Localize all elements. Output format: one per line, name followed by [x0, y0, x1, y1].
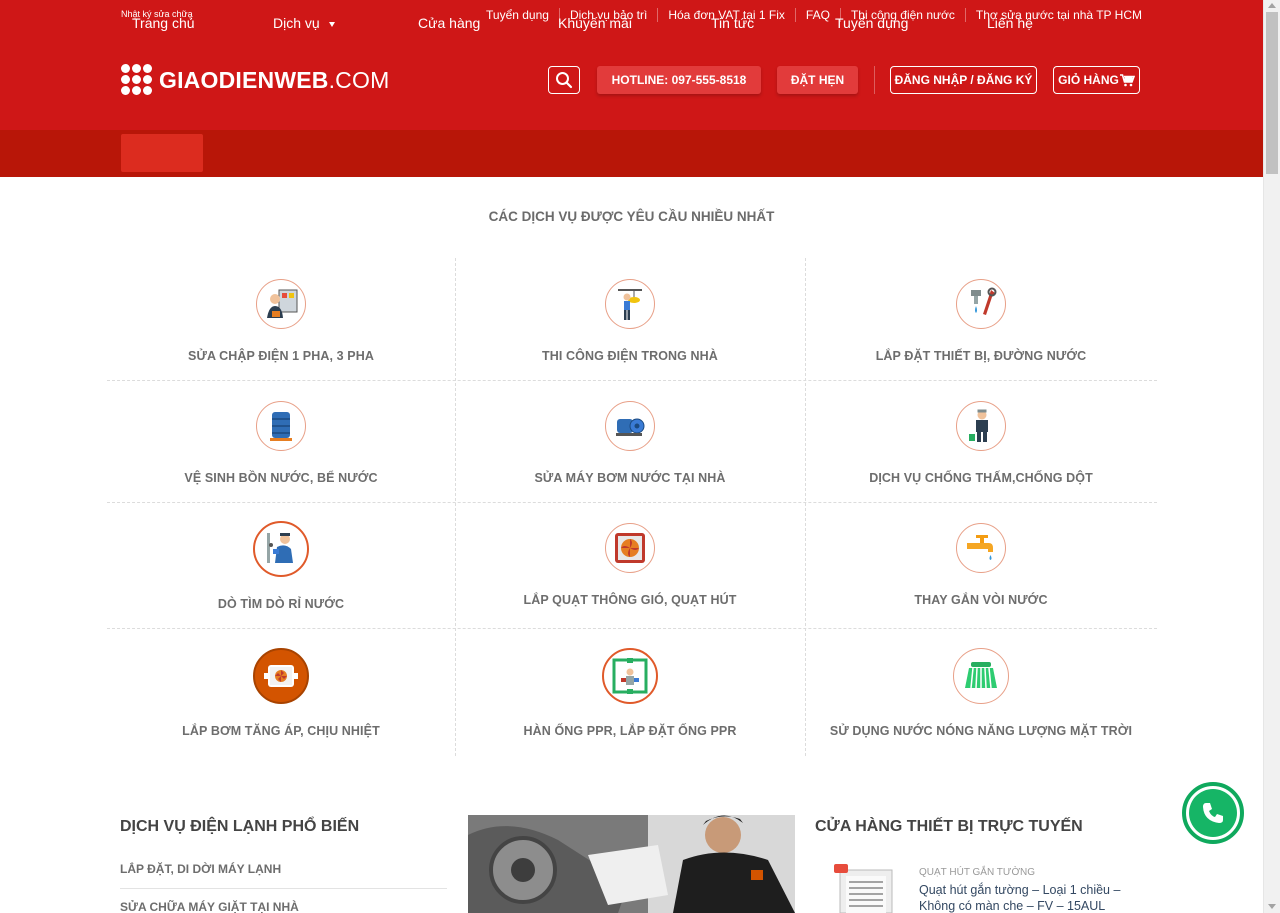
cart-button[interactable]: GIỎ HÀNG	[1053, 66, 1140, 94]
service-item[interactable]: THI CÔNG ĐIỆN TRONG NHÀ	[455, 279, 805, 363]
cold-service-link[interactable]: SỬA CHỮA MÁY GIẶT TẠI NHÀ	[120, 900, 299, 913]
technician-photo	[468, 815, 795, 913]
pressure-pump-icon	[253, 648, 309, 704]
book-appointment-button[interactable]: ĐẶT HẸN	[777, 66, 858, 94]
service-label: LẮP QUẠT THÔNG GIÓ, QUẠT HÚT	[523, 593, 737, 607]
product-category: QUẠT HÚT GẮN TƯỜNG	[919, 867, 1036, 878]
list-divider	[120, 888, 447, 889]
scroll-up-arrow-icon[interactable]	[1268, 3, 1276, 8]
phone-icon	[1203, 803, 1223, 823]
service-item[interactable]: HÀN ỐNG PPR, LẮP ĐẶT ỐNG PPR	[455, 648, 805, 738]
nav-item-khuyen-mai[interactable]: Khuyến mãi	[558, 0, 632, 47]
product-name-link[interactable]: Quạt hút gắn tường – Loại 1 chiều – Khôn…	[919, 882, 1139, 913]
nav-item-cua-hang[interactable]: Cửa hàng	[418, 0, 480, 47]
scrollbar-thumb[interactable]	[1266, 12, 1278, 174]
electrician-panel-icon	[256, 279, 306, 329]
service-item[interactable]: SỬA CHẬP ĐIỆN 1 PHA, 3 PHA	[107, 279, 455, 363]
service-item[interactable]: DÒ TÌM DÒ RỈ NƯỚC	[107, 521, 455, 611]
login-register-button[interactable]: ĐĂNG NHẬP / ĐĂNG KÝ	[890, 66, 1037, 94]
ppr-pipe-icon	[602, 648, 658, 704]
service-item[interactable]: THAY GẮN VÒI NƯỚC	[805, 523, 1157, 607]
cold-service-link[interactable]: LẮP ĐẶT, DI DỜI MÁY LẠNH	[120, 862, 281, 876]
nav-active-highlight	[121, 134, 203, 172]
header-divider	[874, 66, 875, 94]
tap-icon	[956, 523, 1006, 573]
grid-divider	[107, 628, 1157, 629]
logo-text: GIAODIENWEB.COM	[159, 66, 390, 93]
scrollbar[interactable]	[1263, 0, 1280, 913]
grid-divider	[107, 380, 1157, 381]
cold-services-title: DỊCH VỤ ĐIỆN LẠNH PHỔ BIẾN	[120, 818, 360, 835]
solar-heater-icon	[953, 648, 1009, 704]
product-image[interactable]	[830, 862, 900, 913]
shop-title: CỬA HÀNG THIẾT BỊ TRỰC TUYẾN	[815, 818, 1083, 835]
leak-detection-icon	[253, 521, 309, 577]
service-item[interactable]: DỊCH VỤ CHỐNG THẤM,CHỐNG DỘT	[805, 401, 1157, 485]
top-link-faq[interactable]: FAQ	[794, 8, 840, 22]
nav-item-trang-chu[interactable]: Trang chủ	[132, 0, 195, 47]
search-icon	[556, 72, 573, 89]
service-item[interactable]: VỆ SINH BỒN NƯỚC, BỂ NƯỚC	[107, 401, 455, 485]
service-label: THI CÔNG ĐIỆN TRONG NHÀ	[542, 349, 718, 363]
site-logo[interactable]: GIAODIENWEB.COM	[121, 64, 389, 96]
service-item[interactable]: LẮP ĐẶT THIẾT BỊ, ĐƯỜNG NƯỚC	[805, 279, 1157, 363]
service-label: SỬA MÁY BƠM NƯỚC TẠI NHÀ	[534, 471, 726, 485]
call-button-inner	[1189, 789, 1237, 837]
service-item[interactable]: SỬ DỤNG NƯỚC NÓNG NĂNG LƯỢNG MẶT TRỜI	[805, 648, 1157, 738]
nav-item-tin-tuc[interactable]: Tin tức	[711, 0, 754, 47]
service-item[interactable]: LẮP BƠM TĂNG ÁP, CHỊU NHIỆT	[107, 648, 455, 738]
water-pump-icon	[605, 401, 655, 451]
service-item[interactable]: SỬA MÁY BƠM NƯỚC TẠI NHÀ	[455, 401, 805, 485]
cart-icon	[1119, 73, 1135, 86]
service-item[interactable]: LẮP QUẠT THÔNG GIÓ, QUẠT HÚT	[455, 523, 805, 607]
exhaust-fan-icon	[605, 523, 655, 573]
service-label: HÀN ỐNG PPR, LẮP ĐẶT ỐNG PPR	[523, 724, 737, 738]
service-label: DÒ TÌM DÒ RỈ NƯỚC	[217, 597, 345, 611]
wrench-faucet-icon	[956, 279, 1006, 329]
service-label: VỆ SINH BỒN NƯỚC, BỂ NƯỚC	[184, 471, 378, 485]
search-button[interactable]	[548, 66, 580, 94]
service-label: DỊCH VỤ CHỐNG THẤM,CHỐNG DỘT	[869, 471, 1093, 485]
cart-label: GIỎ HÀNG	[1058, 73, 1119, 87]
water-tank-icon	[256, 401, 306, 451]
nav-item-tuyen-dung[interactable]: Tuyển dụng	[835, 0, 908, 47]
service-label: THAY GẮN VÒI NƯỚC	[914, 593, 1048, 607]
top-link-tuyen-dung[interactable]: Tuyển dụng	[476, 8, 559, 22]
service-label: SỬA CHẬP ĐIỆN 1 PHA, 3 PHA	[188, 349, 374, 363]
logo-dots-icon	[121, 64, 155, 96]
nav-item-dich-vu-label: Dịch vụ	[273, 15, 320, 31]
call-button[interactable]	[1182, 782, 1244, 844]
grid-divider	[107, 502, 1157, 503]
service-label: SỬ DỤNG NƯỚC NÓNG NĂNG LƯỢNG MẶT TRỜI	[829, 724, 1133, 738]
hotline-button[interactable]: HOTLINE: 097-555-8518	[597, 66, 761, 94]
painter-icon	[956, 401, 1006, 451]
scroll-down-arrow-icon[interactable]	[1268, 904, 1276, 909]
services-title: CÁC DỊCH VỤ ĐƯỢC YÊU CẦU NHIỀU NHẤT	[488, 209, 775, 224]
service-label: LẮP ĐẶT THIẾT BỊ, ĐƯỜNG NƯỚC	[875, 349, 1087, 363]
nav-item-dich-vu[interactable]: Dịch vụ	[273, 0, 335, 47]
nav-item-lien-he[interactable]: Liên hệ	[987, 0, 1033, 47]
chevron-down-icon	[328, 21, 335, 27]
services-grid: SỬA CHẬP ĐIỆN 1 PHA, 3 PHA THI CÔNG ĐIỆN…	[107, 258, 1157, 756]
service-label: LẮP BƠM TĂNG ÁP, CHỊU NHIỆT	[182, 724, 380, 738]
ladder-worker-icon	[605, 279, 655, 329]
